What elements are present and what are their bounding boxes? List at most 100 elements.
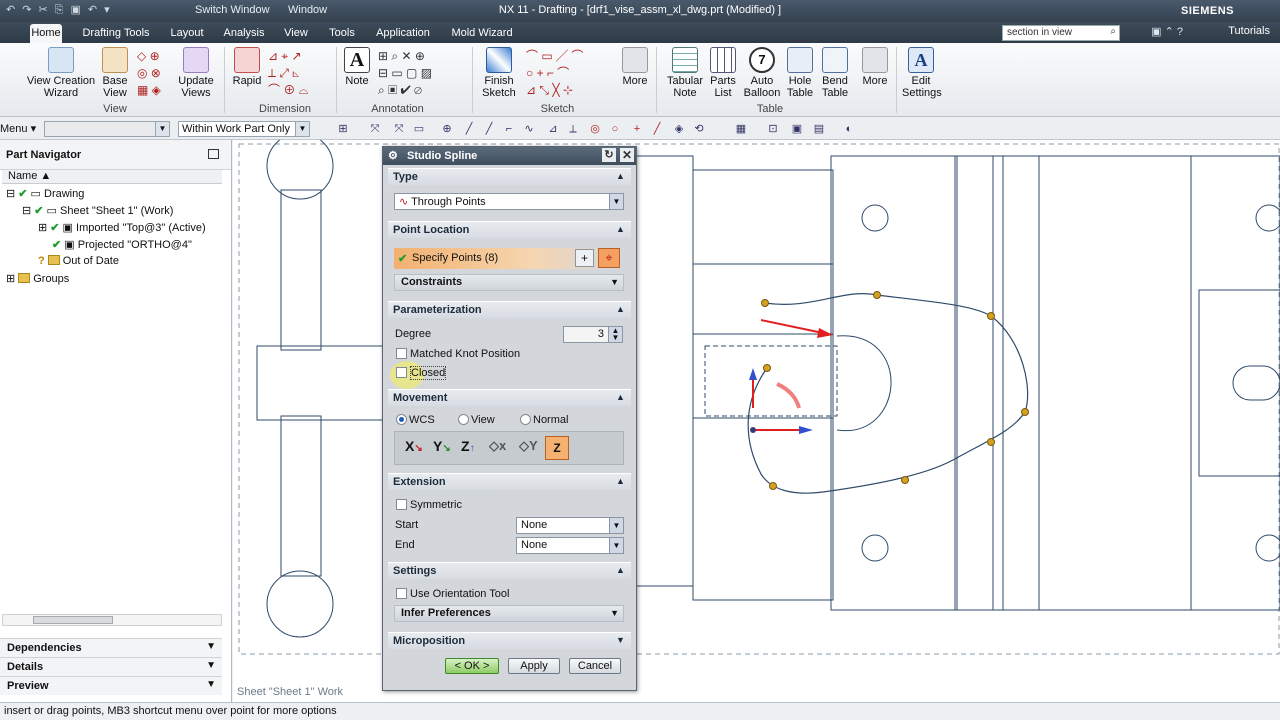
bend-table-button[interactable]: Bend Table — [818, 47, 852, 99]
tab-home[interactable]: Home — [30, 24, 62, 43]
auto-balloon-button[interactable]: 7 Auto Balloon — [742, 47, 782, 99]
scrollbar-thumb[interactable] — [33, 616, 113, 624]
selection-scope-combo[interactable]: Within Work Part Only ▼ — [178, 121, 310, 137]
snap-intersection-icon[interactable]: ╱ — [650, 122, 664, 136]
view-creation-wizard-button[interactable]: View Creation Wizard — [26, 47, 96, 99]
checkbox[interactable] — [396, 348, 407, 359]
tab-drafting-tools[interactable]: Drafting Tools — [74, 24, 158, 43]
section-parameterization[interactable]: Parameterization ▲ — [388, 301, 631, 318]
command-search-input[interactable]: section in view ⌕ — [1002, 25, 1120, 41]
tabular-note-button[interactable]: Tabular Note — [664, 47, 706, 99]
tree-item-imported-view[interactable]: ⊞ ✔ ▣ Imported "Top@3" (Active) — [38, 221, 206, 234]
menu-button[interactable]: Menu ▾ — [0, 122, 36, 135]
note-button[interactable]: A Note — [342, 47, 372, 87]
tab-tools[interactable]: Tools — [324, 24, 360, 43]
spinner-arrows-icon[interactable]: ▲ ▼ — [608, 327, 622, 342]
xz-plane-icon[interactable]: ◇Y — [519, 438, 538, 454]
snap-line-icon[interactable]: ╱ — [462, 122, 476, 136]
zoom-icon[interactable]: ⊡ — [766, 122, 780, 136]
sketch-more-button[interactable]: More — [620, 47, 650, 87]
view-orient-icon[interactable]: ◈ — [672, 122, 686, 136]
radio-view[interactable]: View — [458, 414, 495, 426]
tree-item-out-of-date[interactable]: ? Out of Date — [38, 255, 119, 267]
radio-button[interactable] — [458, 414, 469, 425]
snap-perpendicular-icon[interactable]: ⟂ — [566, 122, 580, 136]
snap-curve-icon[interactable]: ⌐ — [502, 122, 516, 136]
column-header-name[interactable]: Name ▲ — [2, 170, 222, 184]
panel-preview[interactable]: Preview ▼ — [0, 676, 222, 695]
tab-application[interactable]: Application — [372, 24, 434, 43]
snap-line-icon[interactable]: ╱ — [482, 122, 496, 136]
cancel-button[interactable]: Cancel — [569, 658, 621, 674]
snap-endpoint-icon[interactable]: ⊕ — [440, 122, 454, 136]
select-icon[interactable]: ⤧ — [392, 122, 406, 136]
section-movement[interactable]: Movement ▲ — [388, 389, 631, 406]
section-microposition[interactable]: Microposition ▼ — [388, 632, 631, 649]
radio-button[interactable] — [396, 414, 407, 425]
z-axis-icon[interactable]: Z↑ — [461, 438, 475, 454]
edit-settings-button[interactable]: A Edit Settings — [902, 47, 942, 99]
dimension-tools-icon[interactable]: ⊿ ⌖ ↗ ⟂ ⤢ ⊾ ⌒ ⊕ ⌓ — [268, 48, 308, 99]
tree-item-sheet[interactable]: ⊟ ✔ ▭ Sheet "Sheet 1" (Work) — [22, 204, 173, 217]
layout-icon[interactable]: ▤ — [812, 122, 826, 136]
rotate-icon[interactable]: ⟲ — [692, 122, 706, 136]
type-filter-combo[interactable]: ▼ — [44, 121, 170, 137]
x-axis-icon[interactable]: X↘ — [405, 438, 423, 454]
section-settings[interactable]: Settings ▲ — [388, 562, 631, 579]
snap-center-icon[interactable]: ◎ — [588, 122, 602, 136]
horizontal-scrollbar[interactable] — [2, 614, 222, 626]
apply-button[interactable]: Apply — [508, 658, 560, 674]
snap-point-icon[interactable]: + — [630, 122, 644, 136]
view-icon[interactable]: ▣ — [790, 122, 804, 136]
table-more-button[interactable]: More — [860, 47, 890, 87]
infer-preferences-subsection[interactable]: Infer Preferences ▼ — [394, 605, 624, 622]
sketch-tools-icon[interactable]: ⌒ ▭ ╱ ⌒ ○ + ⌐ ⌒ ⊿ ⤡ ╳ ⊹ — [526, 48, 583, 99]
hole-table-button[interactable]: Hole Table — [784, 47, 816, 99]
filter-icon[interactable]: ⤧ — [368, 122, 382, 136]
maximize-icon[interactable] — [208, 149, 219, 159]
symmetric-checkbox[interactable]: Symmetric — [396, 499, 462, 511]
parts-list-button[interactable]: Parts List — [708, 47, 738, 99]
dialog-titlebar[interactable]: ⚙ Studio Spline ↻ ✕ — [383, 147, 636, 165]
gear-icon[interactable]: ⚙ — [388, 149, 398, 162]
radio-wcs[interactable]: WCS — [396, 414, 435, 426]
matched-knot-checkbox[interactable]: Matched Knot Position — [396, 348, 520, 360]
snap-midpoint-icon[interactable]: ⊿ — [546, 122, 560, 136]
tab-view[interactable]: View — [280, 24, 312, 43]
use-orientation-checkbox[interactable]: Use Orientation Tool — [396, 588, 509, 600]
y-axis-icon[interactable]: Y↘ — [433, 438, 451, 454]
show-hide-icon[interactable]: ◐ — [842, 122, 856, 136]
point-dialog-icon[interactable]: + — [575, 249, 594, 267]
tree-item-projected-view[interactable]: ✔ ▣ Projected "ORTHO@4" — [52, 238, 192, 251]
snap-spline-icon[interactable]: ∿ — [522, 122, 536, 136]
checkbox[interactable] — [396, 588, 407, 599]
checkbox[interactable] — [396, 367, 407, 378]
section-extension[interactable]: Extension ▲ — [388, 473, 631, 490]
checkbox[interactable] — [396, 499, 407, 510]
spline-type-select[interactable]: ∿ Through Points ▼ — [394, 193, 624, 210]
radio-normal[interactable]: Normal — [520, 414, 568, 426]
snap-circle-icon[interactable]: ○ — [608, 122, 622, 136]
annotation-tools-icon[interactable]: ⊞ ⌕ ✕ ⊕ ⊟ ▭ ▢ ▨ ⌕ ▣ ✔ ⌀ — [378, 48, 432, 99]
end-extension-select[interactable]: None ▼ — [516, 537, 624, 554]
rapid-dimension-button[interactable]: Rapid — [230, 47, 264, 87]
xy-plane-icon[interactable]: Z — [545, 436, 569, 460]
specify-points-row[interactable]: ✔ Specify Points (8) + ⌖ — [394, 248, 624, 269]
update-views-button[interactable]: Update Views — [175, 47, 217, 99]
tab-analysis[interactable]: Analysis — [218, 24, 270, 43]
box-select-icon[interactable]: ▭ — [412, 122, 426, 136]
tab-layout[interactable]: Layout — [167, 24, 207, 43]
snap-icon[interactable]: ⊞ — [336, 122, 350, 136]
constraints-subsection[interactable]: Constraints ▼ — [394, 274, 624, 291]
tab-mold-wizard[interactable]: Mold Wizard — [446, 24, 518, 43]
degree-spinner[interactable]: 3 ▲ ▼ — [563, 326, 623, 343]
window-controls-icon[interactable]: ▣ ⌃ ? — [1151, 25, 1183, 38]
finish-sketch-button[interactable]: Finish Sketch — [478, 47, 520, 99]
start-extension-select[interactable]: None ▼ — [516, 517, 624, 534]
tree-item-groups[interactable]: ⊞ Groups — [6, 272, 69, 285]
crosshair-icon[interactable]: ⌖ — [598, 248, 620, 268]
panel-details[interactable]: Details ▼ — [0, 657, 222, 676]
yz-plane-icon[interactable]: ◇x — [489, 438, 506, 454]
tree-item-drawing[interactable]: ⊟ ✔ ▭ Drawing — [6, 187, 84, 200]
panel-dependencies[interactable]: Dependencies ▼ — [0, 638, 222, 657]
